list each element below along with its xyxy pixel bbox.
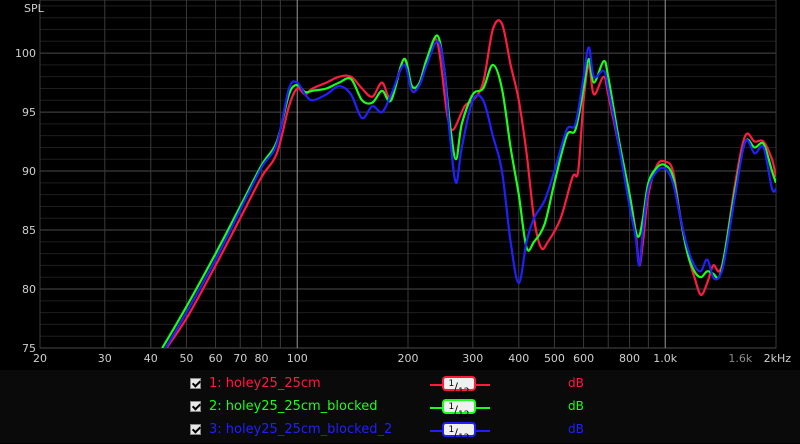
x-tick-label: 50: [179, 352, 193, 365]
smoothing-denominator: 12: [458, 386, 470, 397]
x-tick-label: 70: [233, 352, 247, 365]
x-tick-label: 40: [144, 352, 158, 365]
series-2-name[interactable]: 2: holey25_25cm_blocked: [209, 399, 377, 414]
y-tick-label: 85: [22, 224, 36, 237]
y-tick-label: 100: [15, 47, 36, 60]
series-2-smoothing[interactable]: 1/12: [430, 398, 490, 420]
series-1-checkbox[interactable]: [190, 378, 201, 389]
x-tick-label: 20: [33, 352, 47, 365]
y-axis-labels: 7580859095100: [15, 47, 36, 355]
smoothing-denominator: 12: [458, 409, 470, 420]
series-2-unit: dB: [568, 399, 584, 413]
series-1-name[interactable]: 1: holey25_25cm: [209, 376, 321, 391]
series-3-smoothing-box[interactable]: 1/12: [442, 422, 476, 443]
smoothing-numerator: 1: [448, 402, 455, 412]
x-tick-label: 100: [287, 352, 308, 365]
series-1-unit: dB: [568, 376, 584, 390]
legend-row-3: 3: holey25_25cm_blocked_2 1/12 dB: [190, 421, 610, 443]
series-1-smoothing-box[interactable]: 1/12: [442, 376, 476, 397]
series-3-name[interactable]: 3: holey25_25cm_blocked_2: [209, 422, 392, 437]
x-tick-label: 600: [573, 352, 594, 365]
x-tick-label: 800: [619, 352, 640, 365]
series-3-checkbox[interactable]: [190, 424, 201, 435]
x-tick-label: 60: [209, 352, 223, 365]
x-tick-label: 80: [255, 352, 269, 365]
smoothing-numerator: 1: [448, 379, 455, 389]
x-tick-label: 500: [544, 352, 565, 365]
series-2-checkbox[interactable]: [190, 401, 201, 412]
legend-row-1: 1: holey25_25cm 1/12 dB: [190, 375, 610, 397]
series-3-unit: dB: [568, 422, 584, 436]
x-tick-label: 30: [98, 352, 112, 365]
smoothing-denominator: 12: [458, 432, 470, 443]
x-tick-label: 200: [398, 352, 419, 365]
y-tick-label: 80: [22, 283, 36, 296]
y-tick-label: 90: [22, 165, 36, 178]
series-3-smoothing[interactable]: 1/12: [430, 421, 490, 443]
series-1-smoothing[interactable]: 1/12: [430, 375, 490, 397]
legend-row-2: 2: holey25_25cm_blocked 1/12 dB: [190, 398, 610, 420]
x-tick-label: 1.6k: [728, 352, 752, 365]
series-2-smoothing-box[interactable]: 1/12: [442, 399, 476, 420]
smoothing-numerator: 1: [448, 425, 455, 435]
y-axis-title: SPL: [24, 2, 45, 15]
spl-chart[interactable]: 7580859095100 20 30 40 50 60 70 80 100 200 300 400…: [0, 0, 800, 370]
x-tick-label: 300: [462, 352, 483, 365]
x-tick-label: 400: [508, 352, 529, 365]
x-tick-label: 2kHz: [764, 352, 792, 365]
chart-grid: [39, 0, 777, 349]
y-tick-label: 95: [22, 106, 36, 119]
x-tick-label: 1.0k: [653, 352, 677, 365]
legend-panel: 1: holey25_25cm 1/12 dB 2: holey25_25cm_…: [0, 370, 800, 443]
x-axis-labels: 20 30 40 50 60 70 80 100 200 300 400 500 600 800 1.0k 1…: [33, 352, 791, 365]
